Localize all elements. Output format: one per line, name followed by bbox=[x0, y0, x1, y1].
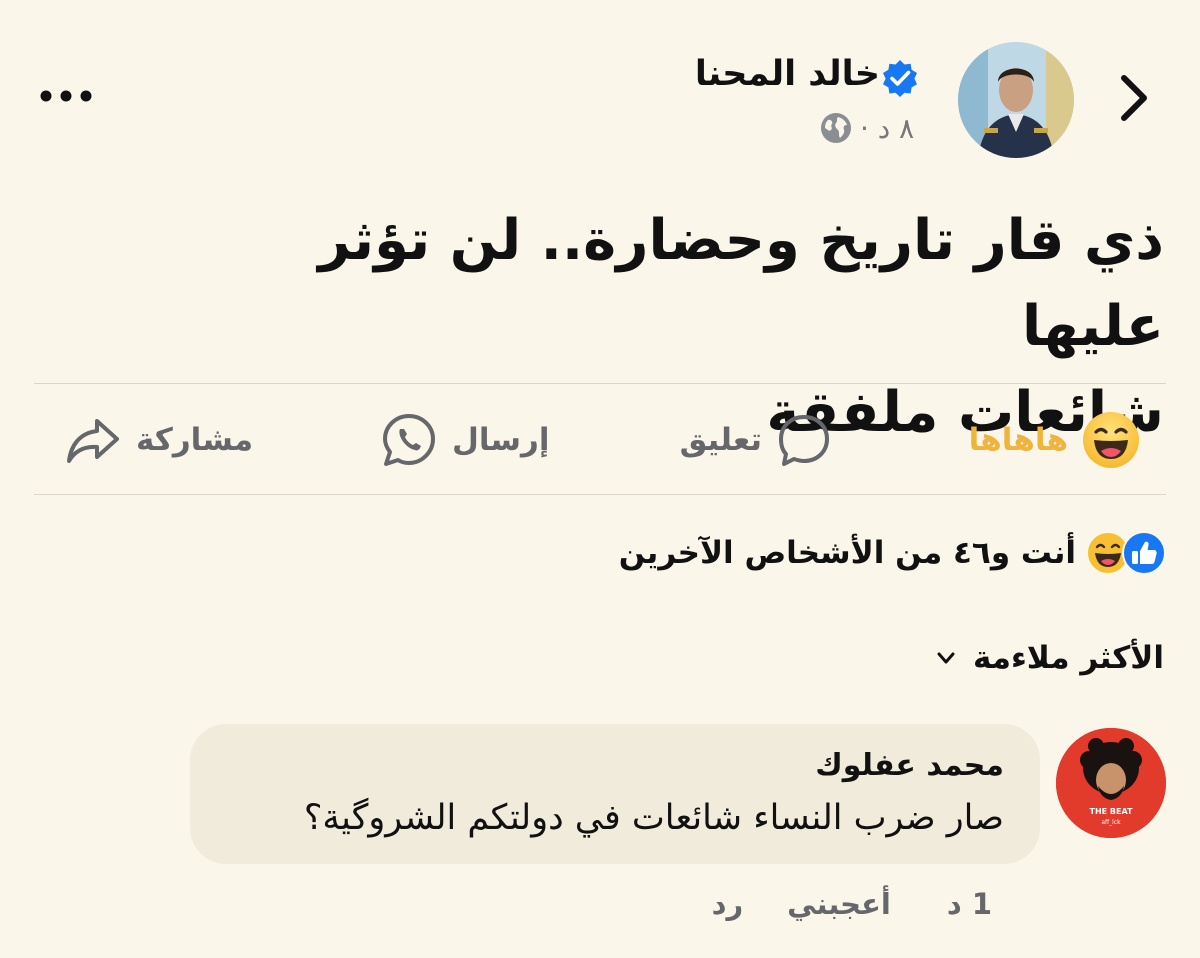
haha-reaction-button[interactable]: هاهاها bbox=[969, 408, 1140, 472]
sort-label: الأكثر ملاءمة bbox=[972, 640, 1164, 676]
commenter-avatar[interactable]: THE BEAT aff_lck bbox=[1056, 728, 1166, 838]
comment-time: 1 د bbox=[946, 887, 992, 921]
reactions-summary[interactable]: أنت و٤٦ من الأشخاص الآخرين bbox=[619, 528, 1166, 578]
share-button[interactable]: مشاركة bbox=[64, 408, 253, 472]
comment-author[interactable]: محمد عفلوك bbox=[226, 744, 1004, 788]
share-arrow-icon bbox=[67, 419, 119, 463]
more-options-icon[interactable] bbox=[38, 82, 94, 110]
whatsapp-icon bbox=[383, 414, 435, 466]
comment-label: تعليق bbox=[679, 422, 762, 458]
send-label: إرسال bbox=[452, 422, 550, 458]
comment-like-button[interactable]: أعجبني bbox=[787, 887, 891, 921]
divider-top bbox=[34, 383, 1166, 384]
comment-text: صار ضرب النساء شائعات في دولتكم الشروگية… bbox=[303, 798, 1004, 838]
post-text-line-1: ذي قار تاريخ وحضارة.. لن تؤثر عليها bbox=[318, 208, 1164, 359]
post-time: ٨ د · bbox=[860, 111, 915, 145]
chevron-down-icon bbox=[937, 652, 955, 664]
verified-badge-icon bbox=[883, 60, 917, 97]
like-small-icon bbox=[1122, 531, 1166, 575]
comment-sort-dropdown[interactable]: الأكثر ملاءمة bbox=[933, 632, 1164, 684]
svg-text:aff_lck: aff_lck bbox=[1101, 819, 1121, 826]
back-chevron-icon[interactable] bbox=[1112, 72, 1156, 124]
haha-emoji-icon bbox=[1083, 412, 1139, 468]
post-meta: ٨ د · bbox=[820, 108, 914, 148]
send-whatsapp-button[interactable]: إرسال bbox=[380, 408, 550, 472]
reaction-icons bbox=[1086, 531, 1166, 575]
reactions-summary-text: أنت و٤٦ من الأشخاص الآخرين bbox=[618, 535, 1076, 571]
comment-reply-button[interactable]: رد bbox=[712, 887, 744, 921]
post-page: خالد المحنا ٨ د · ذي قار تاريخ وحضارة.. … bbox=[0, 0, 1200, 958]
author-name[interactable]: خالد المحنا bbox=[695, 54, 880, 94]
svg-text:THE BEAT: THE BEAT bbox=[1090, 807, 1134, 816]
share-label: مشاركة bbox=[136, 422, 254, 458]
comment-button[interactable]: تعليق bbox=[680, 408, 832, 472]
divider-bottom bbox=[34, 494, 1166, 495]
globe-icon bbox=[821, 113, 851, 143]
comment-bubble: محمد عفلوك صار ضرب النساء شائعات في دولت… bbox=[190, 724, 1040, 864]
author-avatar[interactable] bbox=[958, 42, 1074, 158]
comment-actions: 1 د أعجبني رد bbox=[712, 882, 992, 926]
comment-bubble-icon bbox=[779, 415, 829, 466]
haha-reaction-label: هاهاها bbox=[968, 422, 1068, 458]
